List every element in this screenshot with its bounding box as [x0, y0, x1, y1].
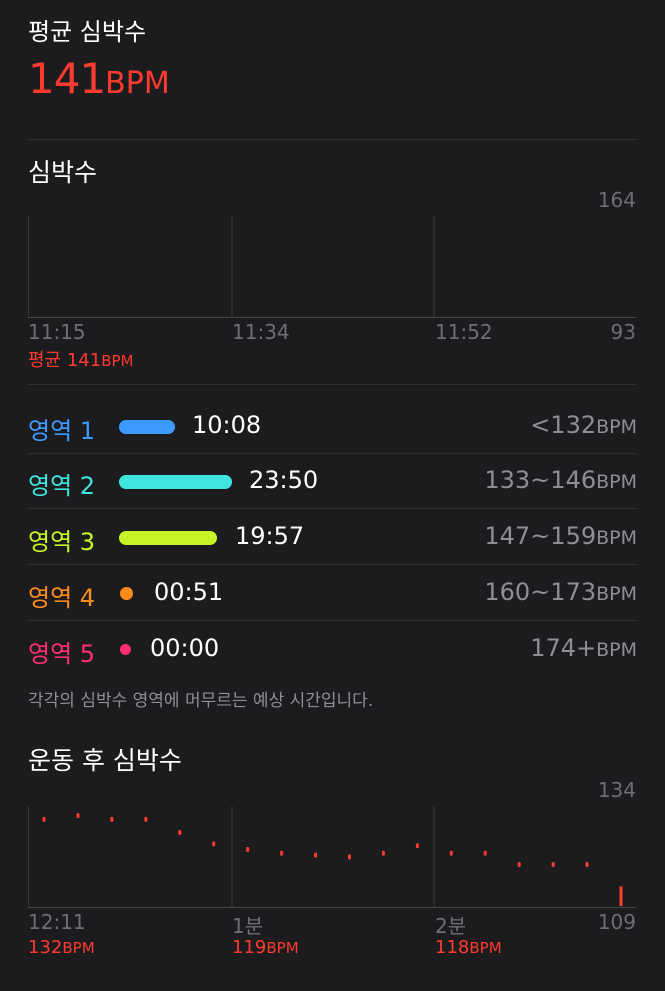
zone-range-value: 147~159: [484, 522, 597, 550]
zone-name: 영역 1: [28, 417, 96, 445]
recovery-x-label-2min: 2분: [435, 914, 467, 938]
zone-range: <132BPM: [530, 411, 637, 439]
heart-rate-average: 평균 141BPM: [28, 346, 133, 372]
zone-duration-dot: [120, 587, 133, 600]
divider: [28, 564, 637, 565]
divider: [28, 384, 637, 385]
recovery-point: [144, 816, 148, 822]
recovery-reading-unit: BPM: [469, 939, 502, 957]
recovery-grid: [28, 806, 636, 908]
zone-range-value: <132: [530, 411, 597, 439]
average-heart-rate-value: 141: [28, 54, 106, 103]
zone-time: 23:50: [249, 466, 319, 494]
divider: [28, 139, 637, 140]
zone-range-unit: BPM: [596, 471, 637, 493]
recovery-point: [76, 813, 80, 819]
zone-row-4: 영역 4 00:51 160~173BPM: [28, 566, 637, 621]
page-title: 평균 심박수: [28, 18, 147, 46]
zone-row-3: 영역 3 19:57 147~159BPM: [28, 510, 637, 565]
recovery-point: [280, 850, 284, 856]
divider: [28, 620, 637, 621]
zone-range-unit: BPM: [596, 583, 637, 605]
recovery-reading-2min: 118BPM: [435, 937, 502, 958]
recovery-x-label-start: 12:11: [28, 910, 86, 934]
zone-range-value: 133~146: [484, 466, 597, 494]
recovery-reading-1min: 119BPM: [232, 937, 299, 958]
zone-name: 영역 3: [28, 528, 96, 556]
recovery-point: [483, 850, 487, 856]
zone-duration-bar: [119, 531, 217, 545]
recovery-point: [110, 816, 114, 822]
zone-range-unit: BPM: [596, 639, 637, 661]
zone-duration-bar: [119, 420, 175, 434]
recovery-y-min: 109: [597, 910, 636, 934]
recovery-point: [42, 816, 46, 822]
zone-range-unit: BPM: [596, 416, 637, 438]
zone-row-2: 영역 2 23:50 133~146BPM: [28, 454, 637, 509]
zone-range-value: 174+: [530, 634, 597, 662]
heart-rate-chart: [28, 216, 636, 318]
average-heart-rate-unit: BPM: [105, 66, 170, 101]
recovery-reading-value: 118: [435, 937, 470, 958]
zone-time: 00:00: [150, 634, 220, 662]
zone-range: 133~146BPM: [484, 466, 637, 494]
recovery-chart: [28, 806, 636, 908]
zone-time: 10:08: [192, 411, 262, 439]
recovery-reading-start: 132BPM: [28, 937, 95, 958]
recovery-point: [246, 846, 250, 852]
zone-duration-dot: [120, 644, 131, 655]
recovery-point: [517, 862, 521, 868]
heart-rate-x-label-mid: 11:34: [232, 320, 290, 344]
recovery-point: [381, 850, 385, 856]
recovery-point: [415, 843, 419, 849]
zone-row-5: 영역 5 00:00 174+BPM: [28, 622, 637, 677]
zone-duration-bar: [119, 475, 232, 489]
recovery-reading-unit: BPM: [266, 939, 299, 957]
heart-rate-y-min: 93: [610, 320, 636, 344]
zone-name: 영역 4: [28, 584, 96, 612]
zone-name: 영역 5: [28, 640, 96, 668]
recovery-point: [551, 862, 555, 868]
zone-row-1: 영역 1 10:08 <132BPM: [28, 399, 637, 454]
recovery-point: [212, 841, 216, 847]
recovery-point: [585, 862, 589, 868]
zones-note: 각각의 심박수 영역에 머무르는 예상 시간입니다.: [28, 691, 374, 711]
heart-rate-title: 심박수: [28, 158, 98, 187]
average-heart-rate: 141BPM: [28, 54, 170, 103]
recovery-reading-unit: BPM: [62, 939, 95, 957]
recovery-point: [314, 852, 318, 858]
zone-time: 00:51: [154, 578, 224, 606]
heart-rate-bars: [35, 219, 636, 299]
heart-rate-average-unit: BPM: [101, 352, 134, 370]
zone-range: 147~159BPM: [484, 522, 637, 550]
heart-rate-y-max: 164: [597, 188, 636, 212]
heart-rate-grid: [28, 216, 636, 318]
recovery-point: [449, 850, 453, 856]
zone-range-unit: BPM: [596, 527, 637, 549]
recovery-title: 운동 후 심박수: [28, 746, 182, 775]
zone-range: 160~173BPM: [484, 578, 637, 606]
heart-rate-average-value: 평균 141: [28, 350, 102, 371]
zone-name: 영역 2: [28, 472, 96, 500]
divider: [28, 508, 637, 509]
heart-rate-x-label-start: 11:15: [28, 320, 86, 344]
recovery-reading-value: 132: [28, 937, 63, 958]
recovery-x-label-1min: 1분: [232, 914, 264, 938]
zone-range-value: 160~173: [484, 578, 597, 606]
recovery-reading-value: 119: [232, 937, 267, 958]
recovery-point: [347, 854, 351, 860]
recovery-point: [178, 830, 182, 836]
zone-time: 19:57: [235, 522, 305, 550]
zone-range: 174+BPM: [530, 634, 637, 662]
recovery-marks: [42, 813, 623, 906]
recovery-y-max: 134: [597, 778, 636, 802]
heart-rate-x-label-end: 11:52: [435, 320, 493, 344]
